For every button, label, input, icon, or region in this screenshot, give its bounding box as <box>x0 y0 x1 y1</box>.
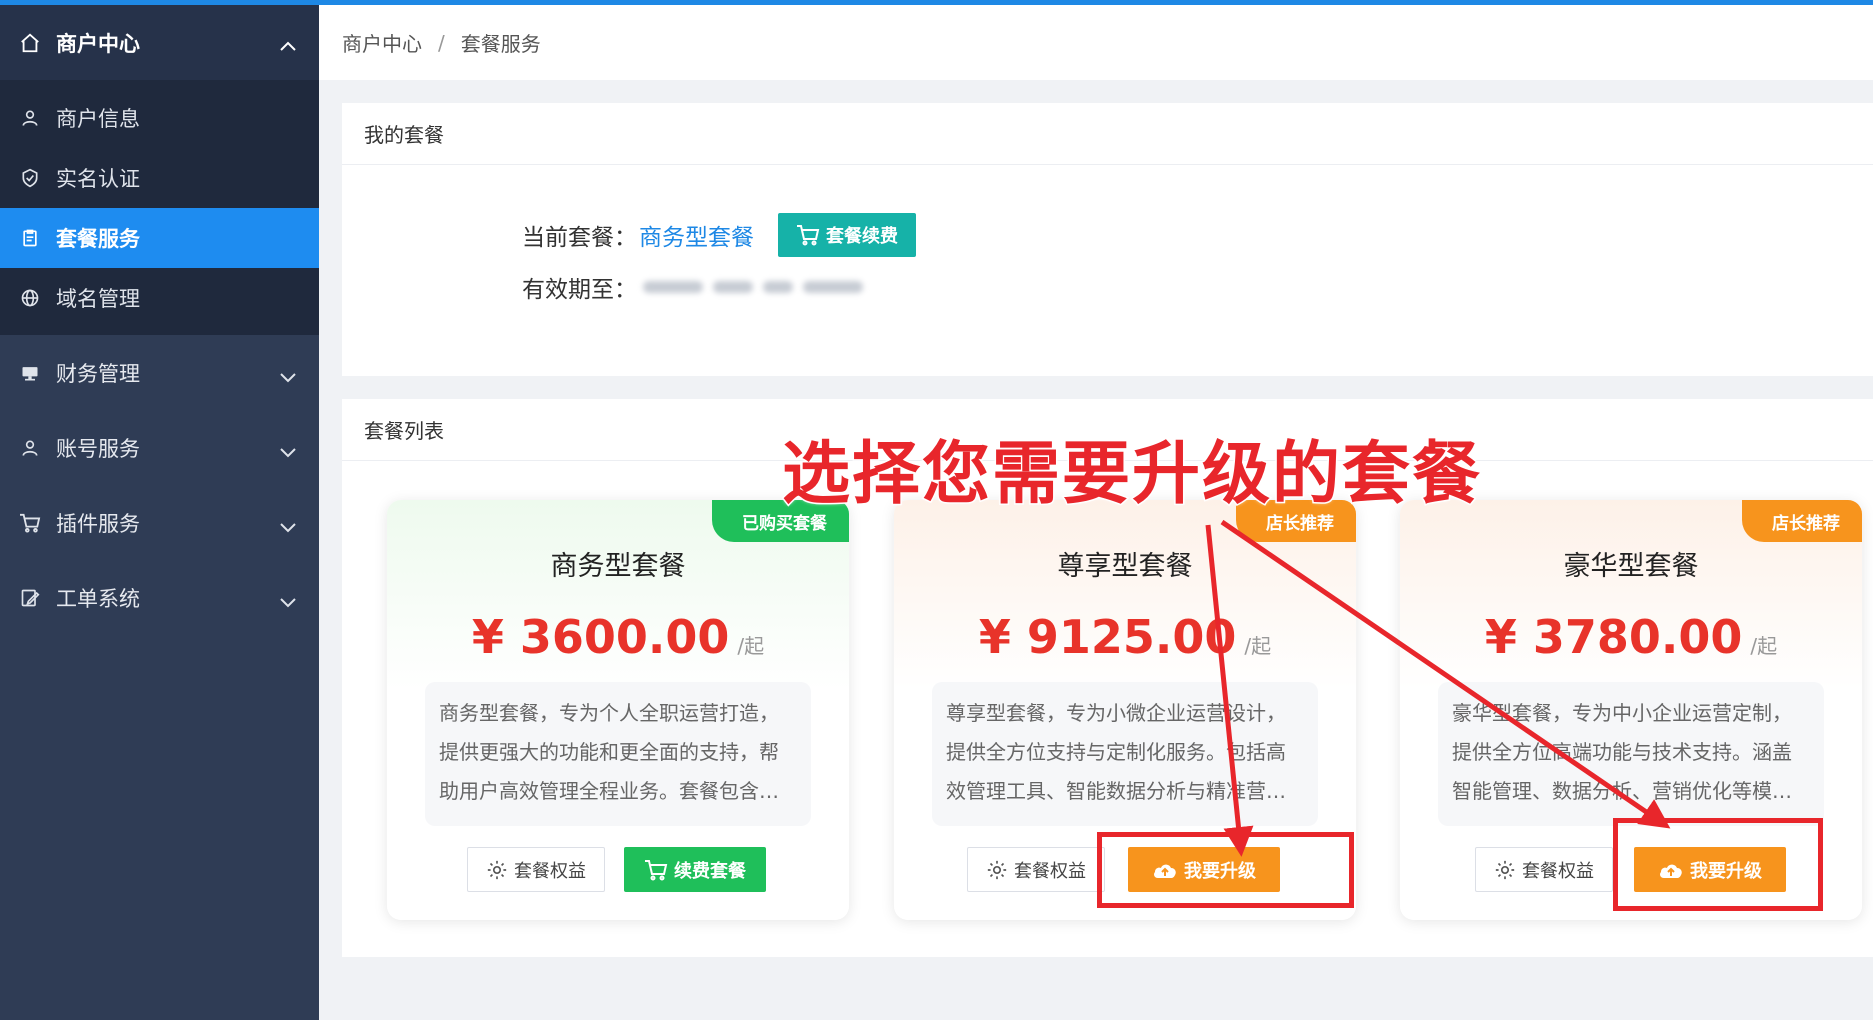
annotation-arrow <box>1205 524 1254 857</box>
annotation-arrows <box>1205 519 1671 857</box>
top-accent-bar <box>0 0 1873 5</box>
annotation-arrow <box>1220 519 1671 829</box>
